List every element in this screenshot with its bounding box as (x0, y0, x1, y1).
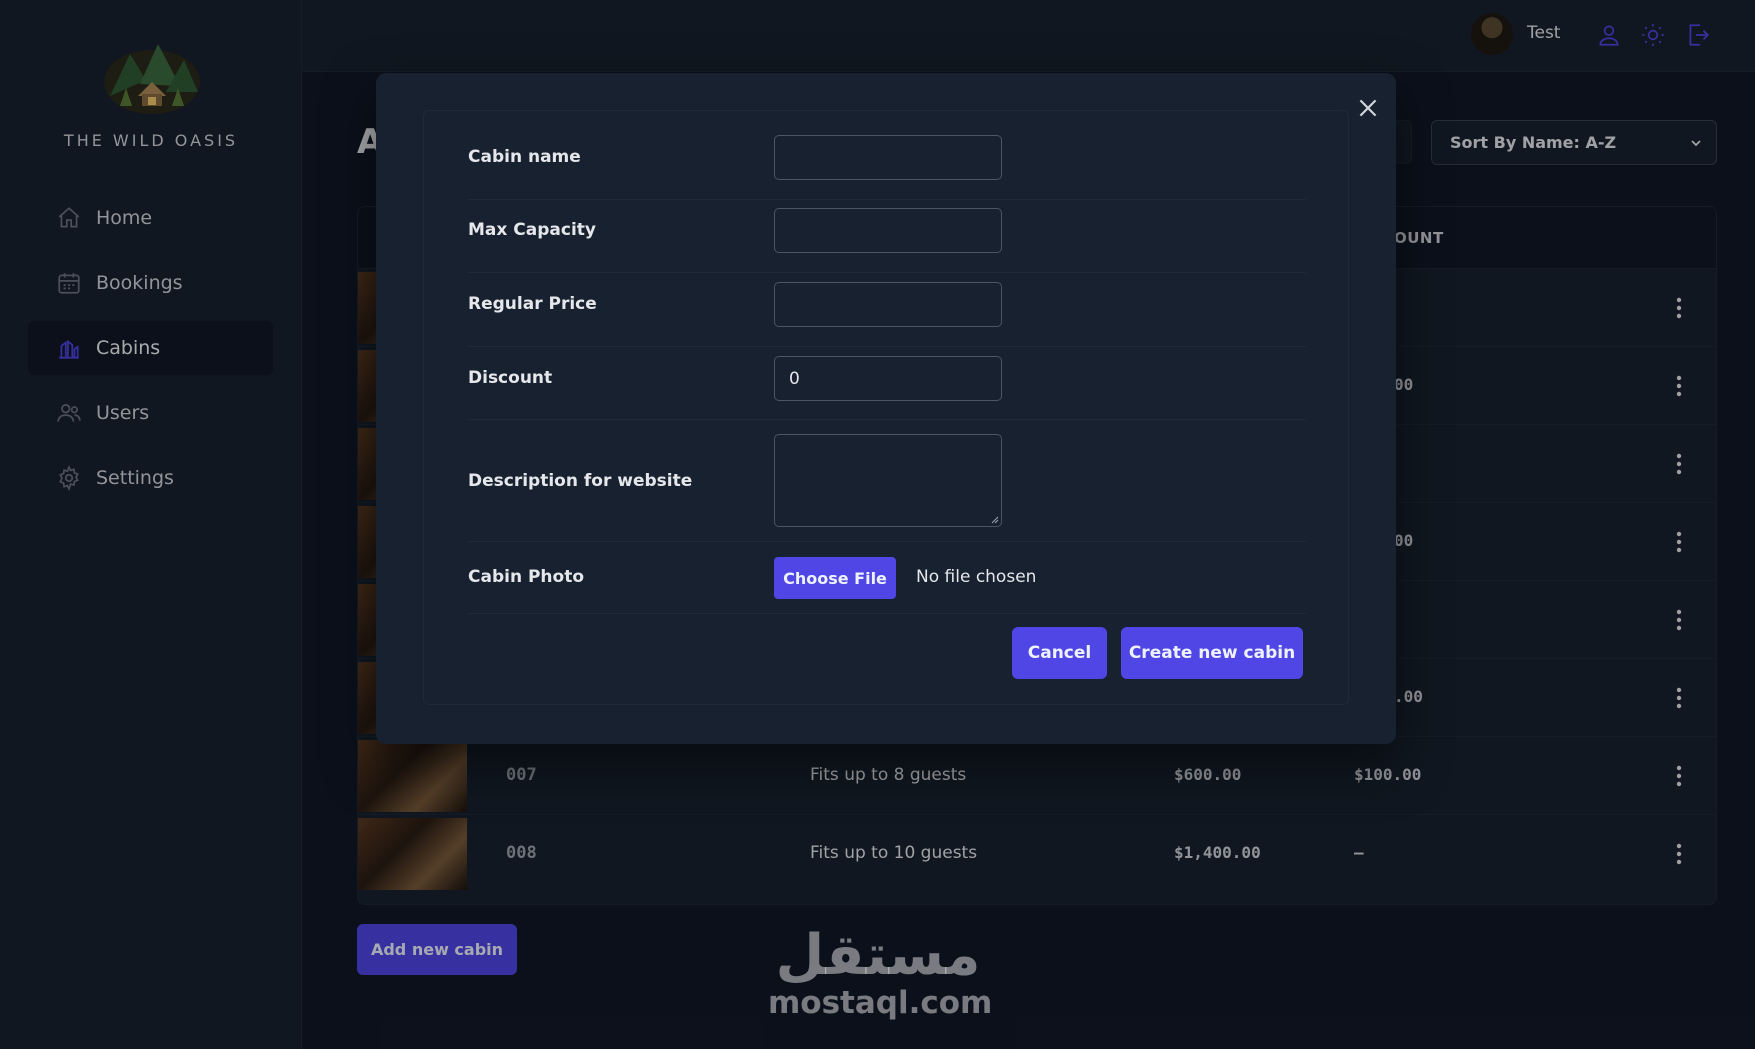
description-textarea[interactable] (774, 434, 1002, 527)
form-row-discount: Discount 0 (468, 347, 1306, 420)
create-cabin-button[interactable]: Create new cabin (1121, 627, 1303, 679)
regular-price-input[interactable] (774, 282, 1002, 327)
discount-label: Discount (468, 368, 553, 388)
max-capacity-input[interactable] (774, 208, 1002, 253)
watermark-latin: mostaql.com (768, 985, 993, 1021)
create-cabin-modal: Cabin name Max Capacity Regular Price Di… (376, 73, 1396, 744)
cabin-name-input[interactable] (774, 135, 1002, 180)
watermark-arabic: مستقل (775, 923, 981, 988)
cabin-photo-label: Cabin Photo (468, 567, 585, 587)
watermark: مستقل mostaql.com (768, 923, 993, 1022)
form-row-cabin-name: Cabin name (468, 111, 1306, 200)
form-row-max-capacity: Max Capacity (468, 200, 1306, 273)
description-label: Description for website (468, 471, 693, 491)
resize-handle-icon[interactable] (991, 516, 999, 524)
form-row-description: Description for website (468, 420, 1306, 542)
file-status: No file chosen (916, 567, 1037, 587)
close-icon[interactable] (1355, 95, 1381, 121)
discount-input[interactable]: 0 (774, 356, 1002, 401)
cabin-form: Cabin name Max Capacity Regular Price Di… (423, 110, 1349, 705)
cancel-button[interactable]: Cancel (1012, 627, 1107, 679)
cabin-name-label: Cabin name (468, 147, 581, 167)
regular-price-label: Regular Price (468, 294, 597, 314)
form-row-photo: Cabin Photo Choose File No file chosen (468, 542, 1306, 614)
max-capacity-label: Max Capacity (468, 220, 596, 240)
choose-file-button[interactable]: Choose File (774, 557, 896, 599)
form-row-regular-price: Regular Price (468, 273, 1306, 347)
